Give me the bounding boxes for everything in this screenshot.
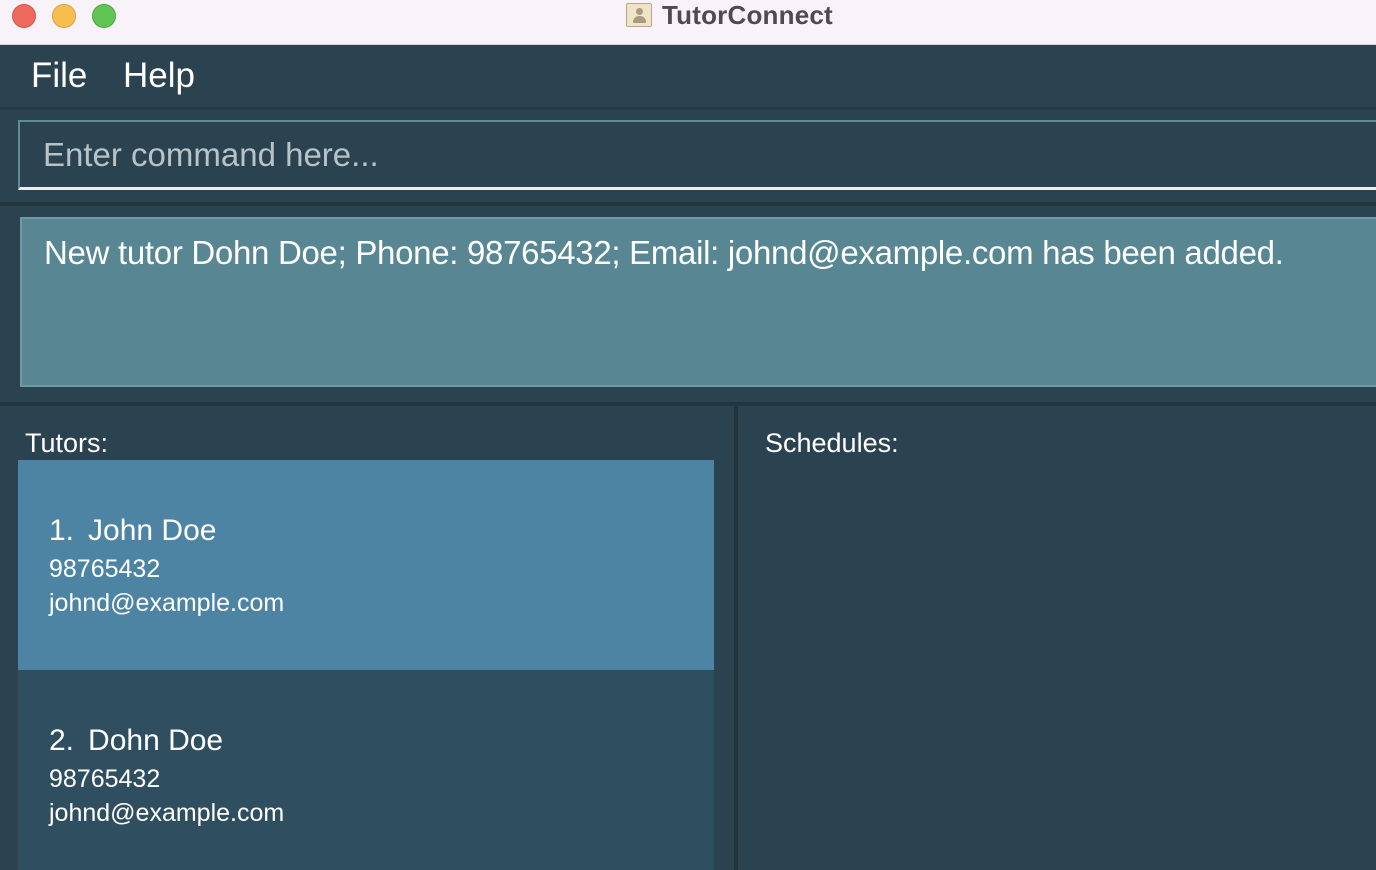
tutor-phone: 98765432 xyxy=(49,765,161,793)
title-bar: TutorConnect xyxy=(0,0,1376,45)
tutor-index: 2. xyxy=(49,724,75,757)
tutor-card[interactable]: 1. John Doe 98765432 johnd@example.com xyxy=(18,460,714,670)
tutor-card[interactable]: 2. Dohn Doe 98765432 johnd@example.com xyxy=(18,670,714,870)
minimize-window-button[interactable] xyxy=(52,4,76,28)
schedule-list-panel[interactable]: Schedules: xyxy=(738,406,1376,870)
contact-card-icon xyxy=(626,3,652,27)
command-box-container xyxy=(0,110,1376,206)
window-title: TutorConnect xyxy=(662,0,833,30)
tutors-label: Tutors: xyxy=(25,428,109,458)
close-window-button[interactable] xyxy=(12,4,36,28)
tutor-phone: 98765432 xyxy=(49,555,161,583)
result-message: New tutor Dohn Doe; Phone: 98765432; Ema… xyxy=(44,234,1284,271)
menu-file[interactable]: File xyxy=(31,56,87,96)
zoom-window-button[interactable] xyxy=(92,4,116,28)
tutor-name-row: 1. John Doe xyxy=(49,514,714,552)
result-display[interactable]: New tutor Dohn Doe; Phone: 98765432; Ema… xyxy=(20,217,1376,387)
tutor-list-panel: Tutors: 1. John Doe 98765432 johnd@exampl… xyxy=(0,406,738,870)
tutor-name: John Doe xyxy=(88,514,217,547)
menu-help[interactable]: Help xyxy=(123,56,195,96)
tutor-name-row: 2. Dohn Doe xyxy=(49,724,714,762)
tutor-index: 1. xyxy=(49,514,75,547)
result-display-container: New tutor Dohn Doe; Phone: 98765432; Ema… xyxy=(0,206,1376,406)
tutor-email: johnd@example.com xyxy=(49,589,285,617)
tutor-list[interactable]: 1. John Doe 98765432 johnd@example.com 2.… xyxy=(18,460,714,870)
tutor-name: Dohn Doe xyxy=(88,724,224,757)
menu-bar: File Help xyxy=(0,45,1376,110)
window-title-group: TutorConnect xyxy=(626,0,833,30)
app-window: TutorConnect File Help New tutor Dohn Do… xyxy=(0,0,1376,870)
schedules-label: Schedules: xyxy=(765,428,899,458)
command-input[interactable] xyxy=(18,120,1376,190)
tutor-email: johnd@example.com xyxy=(49,799,285,827)
